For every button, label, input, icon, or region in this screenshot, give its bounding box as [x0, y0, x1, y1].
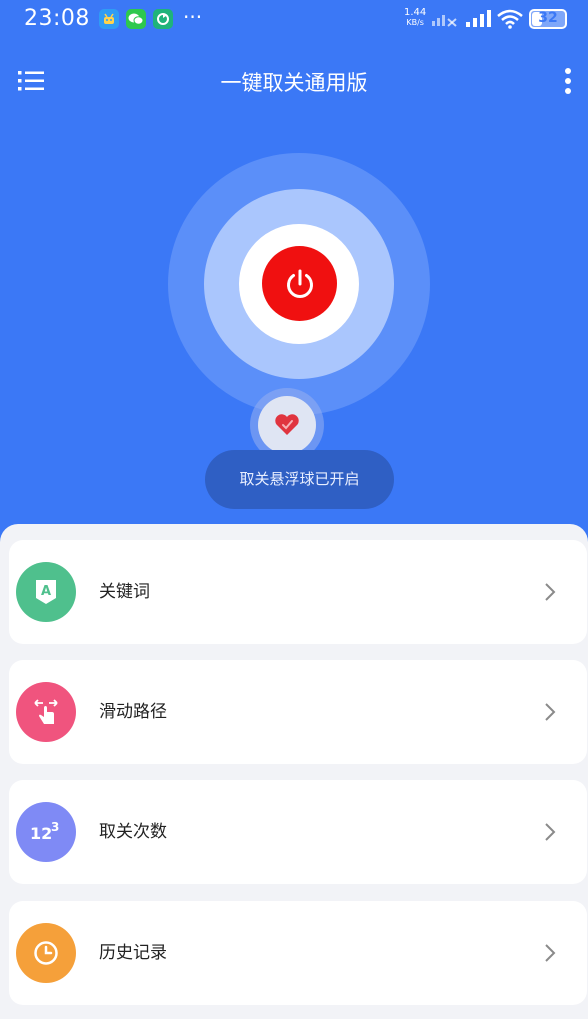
clock-icon	[16, 923, 76, 983]
more-notifications-indicator: ···	[183, 5, 203, 29]
signal-weak-icon	[432, 15, 457, 27]
net-speed-value: 1.44	[404, 7, 427, 18]
chevron-right-icon	[545, 703, 556, 721]
keyword-tag-icon: A	[16, 562, 76, 622]
svg-text:12: 12	[30, 824, 52, 843]
status-bar: 23:08 ··· 1.44 KB/s 32	[0, 0, 588, 40]
android-icon	[99, 9, 119, 29]
signal-icon	[466, 10, 491, 27]
power-icon	[286, 269, 313, 298]
menu-item-keywords[interactable]: A 关键词	[9, 540, 587, 644]
chevron-right-icon	[545, 583, 556, 601]
battery-level: 32	[538, 10, 558, 26]
wifi-icon	[497, 9, 523, 29]
status-time: 23:08	[24, 6, 90, 31]
menu-item-label: 取关次数	[99, 822, 167, 842]
menu-item-unfollow-count[interactable]: 12 3 取关次数	[9, 780, 587, 884]
chevron-right-icon	[545, 823, 556, 841]
swipe-gesture-icon	[16, 682, 76, 742]
net-speed: 1.44 KB/s	[404, 8, 426, 28]
heart-icon	[275, 414, 299, 435]
more-vertical-icon[interactable]	[558, 67, 578, 95]
page-title: 一键取关通用版	[220, 71, 368, 95]
svg-text:A: A	[41, 584, 51, 599]
number-123-icon: 12 3	[16, 802, 76, 862]
battery-icon: 32	[529, 9, 567, 29]
menu-item-label: 滑动路径	[99, 702, 167, 722]
menu-item-swipe-path[interactable]: 滑动路径	[9, 660, 587, 764]
power-button[interactable]	[262, 246, 337, 321]
wechat-icon	[126, 9, 146, 29]
floating-ball-inner	[258, 396, 316, 454]
net-speed-unit: KB/s	[406, 18, 424, 27]
menu-item-history[interactable]: 历史记录	[9, 901, 587, 1005]
sync-app-icon	[153, 9, 173, 29]
svg-text:3: 3	[51, 820, 59, 834]
menu-item-label: 历史记录	[99, 943, 167, 963]
float-ball-status: 取关悬浮球已开启	[205, 450, 394, 509]
chevron-right-icon	[545, 944, 556, 962]
menu-item-label: 关键词	[99, 582, 150, 602]
